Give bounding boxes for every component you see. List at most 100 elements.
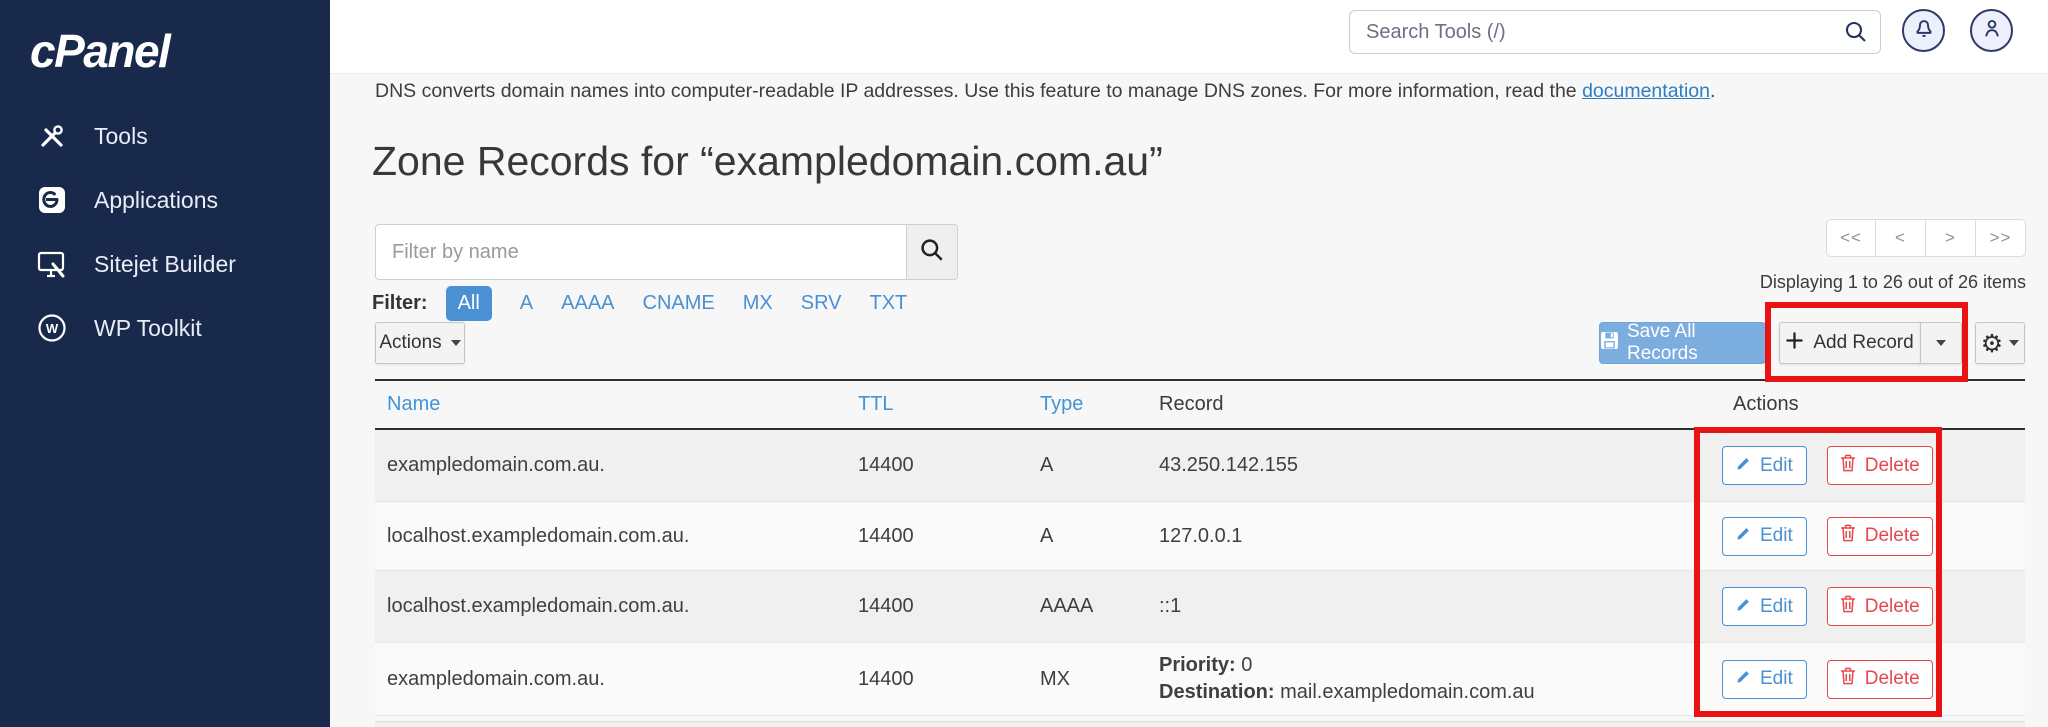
add-record-button[interactable]: Add Record bbox=[1779, 322, 1921, 364]
record-value: 43.250.142.155 bbox=[1159, 454, 1299, 476]
record-actions: Edit Delete bbox=[1720, 587, 2025, 626]
table-row: localhost.exampledomain.com.au. 14400 A … bbox=[375, 502, 2025, 571]
record-actions: Edit Delete bbox=[1720, 516, 2025, 556]
filter-by-name-group bbox=[375, 224, 958, 280]
delete-label: Delete bbox=[1864, 454, 1920, 476]
priority-value: 0 bbox=[1235, 654, 1253, 676]
sidebar-item-wp-toolkit[interactable]: W WP Toolkit bbox=[0, 296, 330, 360]
column-header-actions: Actions bbox=[1733, 393, 1799, 415]
sidebar-item-tools[interactable]: Tools bbox=[0, 104, 330, 168]
type-filter-bar: Filter: All A AAAA CNAME MX SRV TXT bbox=[372, 286, 921, 321]
pencil-icon bbox=[1736, 455, 1751, 477]
filter-txt-link[interactable]: TXT bbox=[856, 286, 922, 321]
record-ttl: 14400 bbox=[858, 595, 914, 617]
record-ttl: 14400 bbox=[858, 524, 914, 547]
table-row: localhost.exampledomain.com.au. 14400 AA… bbox=[375, 571, 2025, 643]
chevron-down-icon bbox=[1936, 340, 1946, 346]
table-row: exampledomain.com.au. 14400 A 43.250.142… bbox=[375, 430, 2025, 502]
delete-button[interactable]: Delete bbox=[1826, 446, 1933, 485]
sidebar-item-label: Sitejet Builder bbox=[94, 250, 236, 277]
column-header-record: Record bbox=[1159, 393, 1224, 415]
add-record-label: Add Record bbox=[1813, 332, 1914, 353]
applications-icon bbox=[34, 184, 70, 216]
documentation-link[interactable]: documentation bbox=[1582, 80, 1710, 102]
table-header-row: Name TTL Type Record Actions bbox=[375, 379, 2025, 430]
filter-a-link[interactable]: A bbox=[506, 286, 547, 321]
record-ttl: 14400 bbox=[858, 454, 914, 476]
pagination-prev-button[interactable]: < bbox=[1876, 219, 1926, 257]
pagination-last-button[interactable]: >> bbox=[1976, 219, 2026, 257]
edit-button[interactable]: Edit bbox=[1722, 516, 1807, 556]
chevron-down-icon bbox=[2009, 340, 2020, 346]
actions-label: Actions bbox=[379, 332, 442, 353]
edit-label: Edit bbox=[1760, 668, 1793, 689]
pencil-icon bbox=[1736, 596, 1751, 618]
sidebar-item-applications[interactable]: Applications bbox=[0, 168, 330, 232]
column-header-ttl[interactable]: TTL bbox=[858, 393, 1040, 416]
pencil-icon bbox=[1736, 668, 1751, 690]
record-name: localhost.exampledomain.com.au. bbox=[387, 524, 690, 547]
filter-search-button[interactable] bbox=[906, 224, 958, 280]
edit-label: Edit bbox=[1760, 525, 1793, 546]
delete-button[interactable]: Delete bbox=[1826, 516, 1933, 556]
pagination-first-button[interactable]: << bbox=[1826, 219, 1876, 257]
search-tools-input[interactable] bbox=[1349, 10, 1881, 54]
record-value: ::1 bbox=[1159, 595, 1182, 617]
record-type: A bbox=[1040, 524, 1054, 547]
trash-icon bbox=[1840, 667, 1856, 691]
pagination-next-button[interactable]: > bbox=[1926, 219, 1976, 257]
trash-icon bbox=[1840, 524, 1856, 548]
table-row: exampledomain.com.au. 14400 MX Priority:… bbox=[375, 643, 2025, 716]
record-destination-line: Destination: mail.exampledomain.com.au bbox=[1159, 679, 1720, 706]
delete-button[interactable]: Delete bbox=[1826, 659, 1933, 699]
svg-text:W: W bbox=[46, 321, 59, 336]
search-icon bbox=[1844, 20, 1868, 49]
record-type: AAAA bbox=[1040, 595, 1094, 617]
destination-label: Destination: bbox=[1159, 681, 1275, 703]
user-account-button[interactable] bbox=[1970, 9, 2013, 52]
filter-mx-link[interactable]: MX bbox=[729, 286, 787, 321]
edit-button[interactable]: Edit bbox=[1722, 446, 1807, 485]
topbar bbox=[330, 0, 2048, 74]
filter-srv-link[interactable]: SRV bbox=[787, 286, 856, 321]
delete-label: Delete bbox=[1864, 525, 1920, 546]
filter-all-button[interactable]: All bbox=[445, 286, 492, 321]
save-all-records-label: Save All Records bbox=[1627, 321, 1698, 364]
edit-button[interactable]: Edit bbox=[1722, 659, 1807, 699]
cpanel-logo[interactable]: cPanel bbox=[30, 24, 171, 78]
settings-dropdown-button[interactable]: ⚙ bbox=[1975, 322, 2025, 364]
record-actions: Edit Delete bbox=[1720, 446, 2025, 485]
column-header-name[interactable]: Name bbox=[375, 393, 858, 416]
actions-dropdown-button[interactable]: Actions bbox=[375, 322, 465, 364]
priority-label: Priority: bbox=[1159, 654, 1236, 676]
sidebar: cPanel Tools Applications Sitejet Builde… bbox=[0, 0, 330, 727]
record-name: exampledomain.com.au. bbox=[387, 454, 605, 476]
destination-value: mail.exampledomain.com.au bbox=[1274, 681, 1535, 703]
record-actions: Edit Delete bbox=[1720, 659, 2025, 699]
column-header-type[interactable]: Type bbox=[1040, 393, 1155, 416]
record-priority-line: Priority: 0 bbox=[1159, 652, 1720, 679]
record-name: exampledomain.com.au. bbox=[387, 667, 605, 690]
sidebar-nav: Tools Applications Sitejet Builder W WP … bbox=[0, 104, 330, 360]
filter-aaaa-link[interactable]: AAAA bbox=[547, 286, 628, 321]
description-period: . bbox=[1709, 80, 1716, 102]
edit-button[interactable]: Edit bbox=[1722, 587, 1807, 626]
search-tools-wrap bbox=[1349, 10, 1881, 54]
record-name: localhost.exampledomain.com.au. bbox=[387, 595, 690, 617]
save-all-records-button[interactable]: Save All Records bbox=[1599, 321, 1766, 364]
notifications-button[interactable] bbox=[1902, 9, 1945, 52]
description-text: DNS converts domain names into computer-… bbox=[375, 80, 1583, 102]
delete-label: Delete bbox=[1864, 595, 1920, 617]
pagination-summary: Displaying 1 to 26 out of 26 items bbox=[1759, 272, 2026, 292]
zone-records-table: Name TTL Type Record Actions exampledoma… bbox=[375, 379, 2025, 716]
filter-label: Filter: bbox=[372, 292, 428, 314]
trash-icon bbox=[1840, 454, 1856, 478]
record-value: 127.0.0.1 bbox=[1159, 524, 1243, 547]
sidebar-item-sitejet-builder[interactable]: Sitejet Builder bbox=[0, 232, 330, 296]
add-record-dropdown-toggle[interactable] bbox=[1920, 322, 1962, 364]
filter-cname-link[interactable]: CNAME bbox=[629, 286, 729, 321]
filter-by-name-input[interactable] bbox=[375, 224, 906, 280]
delete-button[interactable]: Delete bbox=[1826, 587, 1933, 626]
pagination: << < > >> bbox=[1826, 219, 2026, 257]
sidebar-item-label: Tools bbox=[94, 122, 148, 149]
